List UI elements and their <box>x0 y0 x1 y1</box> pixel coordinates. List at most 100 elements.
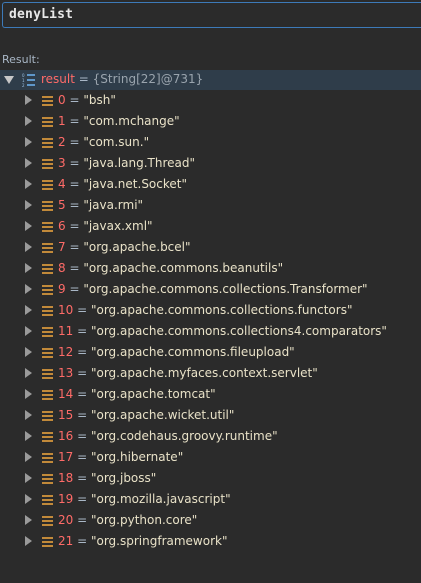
item-equals: = <box>73 324 91 338</box>
chevron-right-icon[interactable] <box>25 242 32 252</box>
tree-item-text: 5 = "java.rmi" <box>58 198 143 213</box>
tree-item-row[interactable]: 2 = "com.sun." <box>0 132 421 153</box>
chevron-right-icon[interactable] <box>25 515 32 525</box>
tree-item-row[interactable]: 4 = "java.net.Socket" <box>0 174 421 195</box>
tree-item-row[interactable]: 10 = "org.apache.commons.collections.fun… <box>0 300 421 321</box>
chevron-right-icon[interactable] <box>25 347 32 357</box>
tree-item-row[interactable]: 11 = "org.apache.commons.collections4.co… <box>0 321 421 342</box>
tree-item-row[interactable]: 21 = "org.springframework" <box>0 531 421 552</box>
item-value: "org.springframework" <box>90 534 228 548</box>
chevron-right-icon[interactable] <box>25 368 32 378</box>
chevron-right-icon[interactable] <box>25 200 32 210</box>
tree-item-row[interactable]: 6 = "javax.xml" <box>0 216 421 237</box>
tree-item-text: 21 = "org.springframework" <box>58 534 228 549</box>
field-icon <box>42 264 53 274</box>
tree-root-result[interactable]: 0 1 2 result = {String[22]@731} <box>0 70 421 90</box>
item-value: "org.apache.commons.collections.functors… <box>90 303 353 317</box>
tree-item-row[interactable]: 15 = "org.apache.wicket.util" <box>0 405 421 426</box>
item-index: 8 <box>58 261 66 275</box>
tree-item-text: 14 = "org.apache.tomcat" <box>58 387 216 402</box>
chevron-down-icon[interactable] <box>4 76 14 84</box>
tree-item-row[interactable]: 20 = "org.python.core" <box>0 510 421 531</box>
expression-input[interactable]: denyList <box>9 7 73 23</box>
item-value: "bsh" <box>83 93 116 107</box>
tree-item-text: 13 = "org.apache.myfaces.context.servlet… <box>58 366 318 381</box>
chevron-right-icon[interactable] <box>25 116 32 126</box>
tree-item-text: 4 = "java.net.Socket" <box>58 177 187 192</box>
tree-item-row[interactable]: 18 = "org.jboss" <box>0 468 421 489</box>
chevron-right-icon[interactable] <box>25 179 32 189</box>
root-equals: = <box>74 72 93 86</box>
chevron-right-icon[interactable] <box>25 326 32 336</box>
item-index: 6 <box>58 219 66 233</box>
tree-item-row[interactable]: 13 = "org.apache.myfaces.context.servlet… <box>0 363 421 384</box>
chevron-right-icon[interactable] <box>25 95 32 105</box>
field-icon <box>42 327 53 337</box>
chevron-right-icon[interactable] <box>25 494 32 504</box>
tree-item-text: 8 = "org.apache.commons.beanutils" <box>58 261 283 276</box>
item-value: "org.apache.wicket.util" <box>90 408 235 422</box>
chevron-right-icon[interactable] <box>25 284 32 294</box>
item-index: 12 <box>58 345 74 359</box>
chevron-right-icon[interactable] <box>25 431 32 441</box>
item-index: 5 <box>58 198 66 212</box>
result-label: Result: <box>2 53 40 66</box>
chevron-right-icon[interactable] <box>25 410 32 420</box>
field-icon <box>42 306 53 316</box>
tree-item-text: 3 = "java.lang.Thread" <box>58 156 195 171</box>
tree-item-text: 16 = "org.codehaus.groovy.runtime" <box>58 429 278 444</box>
chevron-right-icon[interactable] <box>25 263 32 273</box>
tree-item-text: 9 = "org.apache.commons.collections.Tran… <box>58 282 368 297</box>
item-equals: = <box>73 429 91 443</box>
tree-item-row[interactable]: 7 = "org.apache.bcel" <box>0 237 421 258</box>
field-icon <box>42 201 53 211</box>
chevron-right-icon[interactable] <box>25 536 32 546</box>
tree-item-row[interactable]: 17 = "org.hibernate" <box>0 447 421 468</box>
tree-item-row[interactable]: 19 = "org.mozilla.javascript" <box>0 489 421 510</box>
item-equals: = <box>73 450 91 464</box>
tree-item-row[interactable]: 12 = "org.apache.commons.fileupload" <box>0 342 421 363</box>
chevron-right-icon[interactable] <box>25 158 32 168</box>
field-icon <box>42 453 53 463</box>
tree-item-row[interactable]: 1 = "com.mchange" <box>0 111 421 132</box>
chevron-right-icon[interactable] <box>25 137 32 147</box>
chevron-right-icon[interactable] <box>25 221 32 231</box>
chevron-right-icon[interactable] <box>25 452 32 462</box>
field-icon <box>42 432 53 442</box>
tree-item-row[interactable]: 14 = "org.apache.tomcat" <box>0 384 421 405</box>
field-icon <box>42 537 53 547</box>
tree-item-row[interactable]: 5 = "java.rmi" <box>0 195 421 216</box>
svg-text:2: 2 <box>22 83 25 87</box>
root-node-text: result = {String[22]@731} <box>41 72 203 87</box>
field-icon <box>42 180 53 190</box>
tree-item-text: 10 = "org.apache.commons.collections.fun… <box>58 303 352 318</box>
item-equals: = <box>65 219 84 233</box>
item-equals: = <box>65 240 84 254</box>
item-equals: = <box>65 282 84 296</box>
item-value: "org.apache.commons.collections4.compara… <box>90 324 387 338</box>
tree-item-row[interactable]: 9 = "org.apache.commons.collections.Tran… <box>0 279 421 300</box>
field-icon <box>42 138 53 148</box>
item-index: 13 <box>58 366 74 380</box>
expression-input-box[interactable]: denyList <box>2 2 421 28</box>
item-value: "java.lang.Thread" <box>83 156 196 170</box>
field-icon <box>42 369 53 379</box>
item-index: 19 <box>58 492 74 506</box>
item-index: 0 <box>58 93 66 107</box>
chevron-right-icon[interactable] <box>25 473 32 483</box>
tree-item-row[interactable]: 8 = "org.apache.commons.beanutils" <box>0 258 421 279</box>
item-index: 15 <box>58 408 74 422</box>
item-equals: = <box>65 198 84 212</box>
item-index: 4 <box>58 177 66 191</box>
chevron-right-icon[interactable] <box>25 305 32 315</box>
item-equals: = <box>65 135 84 149</box>
tree-item-row[interactable]: 0 = "bsh" <box>0 90 421 111</box>
item-value: "java.net.Socket" <box>83 177 187 191</box>
root-meta: {String[22]@731} <box>92 72 204 86</box>
item-value: "org.apache.commons.beanutils" <box>83 261 284 275</box>
tree-item-row[interactable]: 16 = "org.codehaus.groovy.runtime" <box>0 426 421 447</box>
item-index: 1 <box>58 114 66 128</box>
chevron-right-icon[interactable] <box>25 389 32 399</box>
item-equals: = <box>73 303 91 317</box>
tree-item-row[interactable]: 3 = "java.lang.Thread" <box>0 153 421 174</box>
